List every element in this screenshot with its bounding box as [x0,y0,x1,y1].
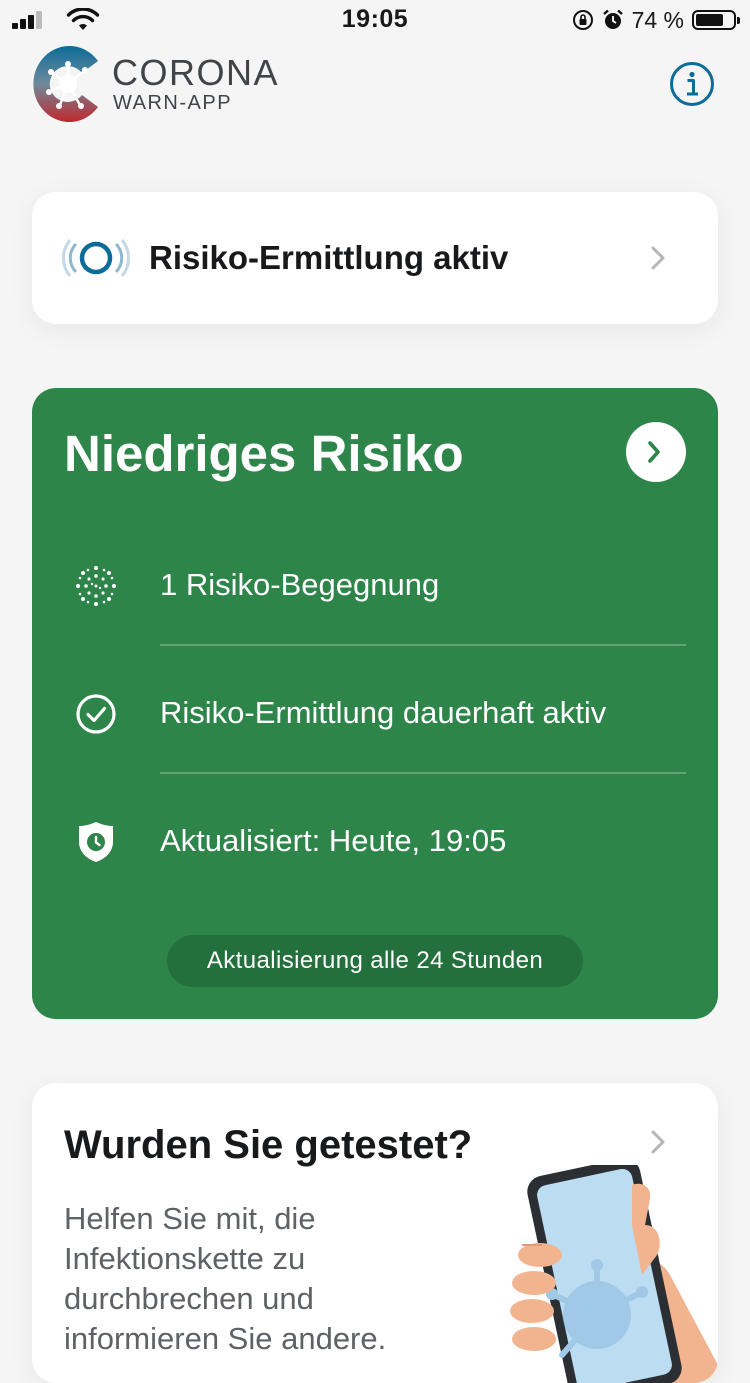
tested-card[interactable]: Wurden Sie getestet? Helfen Sie mit, die… [32,1083,718,1383]
divider [160,772,686,774]
risk-level-title: Niedriges Risiko [64,425,464,482]
status-bar: 19:05 74 % [0,0,750,40]
risk-item-text: Risiko-Ermittlung dauerhaft aktiv [160,695,607,730]
update-interval-badge: Aktualisierung alle 24 Stunden [167,935,583,987]
app-logo-icon [33,46,98,123]
chevron-right-icon [648,441,660,463]
tested-card-description: Helfen Sie mit, die Infektionskette zu d… [64,1201,387,1356]
tracing-status-card[interactable]: Risiko-Ermittlung aktiv [32,192,718,324]
tested-card-title: Wurden Sie getestet? [64,1123,473,1167]
alarm-icon [602,9,623,29]
battery-icon [692,10,740,30]
risk-item-tracing: Risiko-Ermittlung dauerhaft aktiv [32,648,718,776]
virus-icon [76,566,116,606]
risk-details-button[interactable] [626,422,686,482]
shield-clock-icon [79,822,113,862]
chevron-right-icon [651,246,665,270]
risk-item-text: Aktualisiert: Heute, 19:05 [160,823,507,858]
battery-fill [696,14,723,26]
chevron-right-icon [651,1130,665,1154]
hand-phone-illustration [510,1165,718,1383]
risk-item-updated: Aktualisiert: Heute, 19:05 [32,776,718,904]
checkmark-circle-icon [76,694,116,734]
divider [160,644,686,646]
battery-percent: 74 % [631,6,684,33]
tracing-status-label: Risiko-Ermittlung aktiv [149,239,509,276]
risk-item-text: 1 Risiko-Begegnung [160,567,440,602]
risk-card[interactable]: Niedriges Risiko 1 Risiko-Begegnung Risi… [32,388,718,1019]
brand-subtitle: WARN-APP [113,92,233,114]
pulse-icon [62,239,130,277]
rotation-lock-icon [572,10,593,30]
risk-item-encounters: 1 Risiko-Begegnung [32,520,718,648]
app-header: CORONA WARN-APP [0,40,750,140]
brand-title: CORONA [112,52,280,93]
info-icon[interactable] [669,61,715,107]
